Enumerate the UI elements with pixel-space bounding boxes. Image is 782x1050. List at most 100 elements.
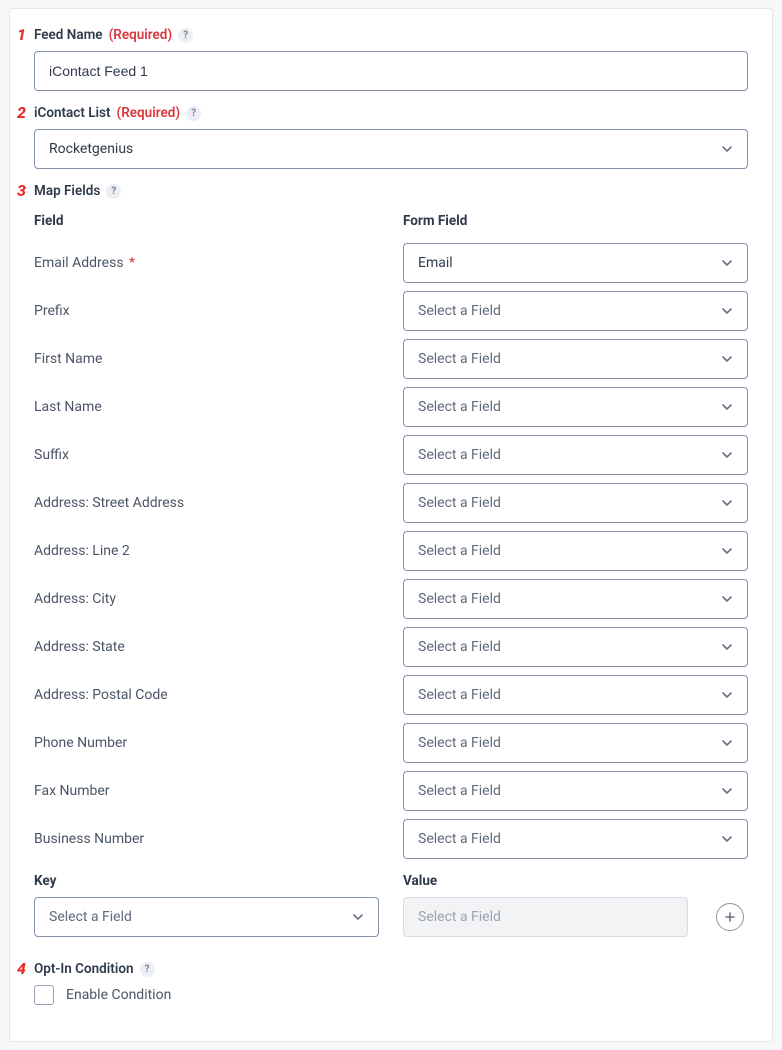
key-select-value: Select a Field	[49, 909, 132, 925]
form-field-select[interactable]: Select a Field	[403, 819, 748, 859]
map-field-label: Suffix	[34, 433, 379, 477]
map-field-select-cell: Select a Field	[403, 431, 748, 479]
map-field-label: Address: Line 2	[34, 529, 379, 573]
map-field-label: Fax Number	[34, 769, 379, 813]
map-field-select-cell: Select a Field	[403, 287, 748, 335]
chevron-down-icon	[721, 401, 733, 413]
enable-condition-label: Enable Condition	[66, 987, 171, 1003]
annotation-2: 2	[17, 103, 26, 122]
settings-panel: 1 Feed Name (Required) ? 2 iContact List…	[9, 8, 773, 1042]
map-field-select-cell: Select a Field	[403, 575, 748, 623]
chevron-down-icon	[721, 785, 733, 797]
chevron-down-icon	[721, 257, 733, 269]
map-field-label: First Name	[34, 337, 379, 381]
icontact-list-value: Rocketgenius	[49, 141, 133, 157]
help-icon[interactable]: ?	[186, 106, 201, 121]
map-field-select-cell: Select a Field	[403, 335, 748, 383]
icontact-list-label: iContact List	[34, 105, 111, 121]
help-icon[interactable]: ?	[178, 28, 193, 43]
chevron-down-icon	[721, 833, 733, 845]
map-fields-label-row: Map Fields ?	[34, 183, 748, 199]
key-select[interactable]: Select a Field	[34, 897, 379, 937]
value-select: Select a Field	[403, 897, 688, 937]
chevron-down-icon	[721, 449, 733, 461]
form-field-select-value: Select a Field	[418, 447, 501, 463]
map-field-select-cell: Select a Field	[403, 623, 748, 671]
map-field-label: Last Name	[34, 385, 379, 429]
chevron-down-icon	[721, 593, 733, 605]
map-field-label: Address: Postal Code	[34, 673, 379, 717]
opt-in-checkbox-row: Enable Condition	[34, 985, 748, 1005]
map-field-label: Address: State	[34, 625, 379, 669]
field-column-header: Field	[34, 207, 379, 239]
form-field-select-value: Email	[418, 255, 453, 271]
map-field-select-cell: Select a Field	[403, 383, 748, 431]
feed-name-label-row: Feed Name (Required) ?	[34, 27, 748, 43]
help-icon[interactable]: ?	[106, 184, 121, 199]
opt-in-section: 4 Opt-In Condition ? Enable Condition	[34, 961, 748, 1005]
form-field-select[interactable]: Select a Field	[403, 675, 748, 715]
form-field-select[interactable]: Select a Field	[403, 387, 748, 427]
form-field-select[interactable]: Select a Field	[403, 771, 748, 811]
opt-in-label-row: Opt-In Condition ?	[34, 961, 748, 977]
feed-name-label: Feed Name	[34, 27, 103, 43]
map-field-select-cell: Email	[403, 239, 748, 287]
chevron-down-icon	[721, 143, 733, 155]
map-field-select-cell: Select a Field	[403, 767, 748, 815]
form-field-select-value: Select a Field	[418, 735, 501, 751]
icontact-list-section: 2 iContact List (Required) ? Rocketgeniu…	[34, 105, 748, 169]
map-field-select-cell: Select a Field	[403, 719, 748, 767]
form-field-select[interactable]: Email	[403, 243, 748, 283]
form-field-select-value: Select a Field	[418, 591, 501, 607]
form-field-select-value: Select a Field	[418, 303, 501, 319]
required-asterisk: *	[126, 255, 136, 271]
value-select-placeholder: Select a Field	[418, 909, 501, 925]
form-field-select-value: Select a Field	[418, 687, 501, 703]
form-field-select[interactable]: Select a Field	[403, 291, 748, 331]
map-field-label: Prefix	[34, 289, 379, 333]
map-field-label: Address: Street Address	[34, 481, 379, 525]
map-fields-label: Map Fields	[34, 183, 100, 199]
annotation-3: 3	[17, 181, 26, 200]
form-field-select-value: Select a Field	[418, 495, 501, 511]
feed-name-section: 1 Feed Name (Required) ?	[34, 27, 748, 91]
key-value-row: Key Value Select a Field Select a Field	[34, 873, 748, 937]
annotation-4: 4	[17, 959, 26, 978]
map-fields-section: 3 Map Fields ? Field Form Field Email Ad…	[34, 183, 748, 937]
form-field-select[interactable]: Select a Field	[403, 531, 748, 571]
key-header: Key	[34, 873, 379, 897]
chevron-down-icon	[352, 911, 364, 923]
annotation-1: 1	[17, 25, 26, 44]
help-icon[interactable]: ?	[140, 962, 155, 977]
map-field-label: Business Number	[34, 817, 379, 861]
form-field-column-header: Form Field	[403, 207, 748, 239]
chevron-down-icon	[721, 689, 733, 701]
value-header: Value	[403, 873, 688, 897]
form-field-select-value: Select a Field	[418, 639, 501, 655]
form-field-select[interactable]: Select a Field	[403, 723, 748, 763]
form-field-select-value: Select a Field	[418, 783, 501, 799]
feed-name-required: (Required)	[109, 27, 173, 43]
map-field-label: Address: City	[34, 577, 379, 621]
chevron-down-icon	[721, 497, 733, 509]
chevron-down-icon	[721, 641, 733, 653]
form-field-select[interactable]: Select a Field	[403, 579, 748, 619]
form-field-select-value: Select a Field	[418, 831, 501, 847]
form-field-select[interactable]: Select a Field	[403, 483, 748, 523]
icontact-list-required: (Required)	[117, 105, 181, 121]
form-field-select[interactable]: Select a Field	[403, 339, 748, 379]
map-field-select-cell: Select a Field	[403, 815, 748, 863]
chevron-down-icon	[721, 737, 733, 749]
map-fields-grid: Field Form Field Email Address *EmailPre…	[34, 207, 748, 863]
add-row-button[interactable]	[716, 903, 744, 931]
map-field-select-cell: Select a Field	[403, 671, 748, 719]
opt-in-label: Opt-In Condition	[34, 961, 134, 977]
enable-condition-checkbox[interactable]	[34, 985, 54, 1005]
form-field-select[interactable]: Select a Field	[403, 435, 748, 475]
icontact-list-select[interactable]: Rocketgenius	[34, 129, 748, 169]
map-field-select-cell: Select a Field	[403, 527, 748, 575]
form-field-select[interactable]: Select a Field	[403, 627, 748, 667]
form-field-select-value: Select a Field	[418, 399, 501, 415]
form-field-select-value: Select a Field	[418, 543, 501, 559]
feed-name-input[interactable]	[34, 51, 748, 91]
